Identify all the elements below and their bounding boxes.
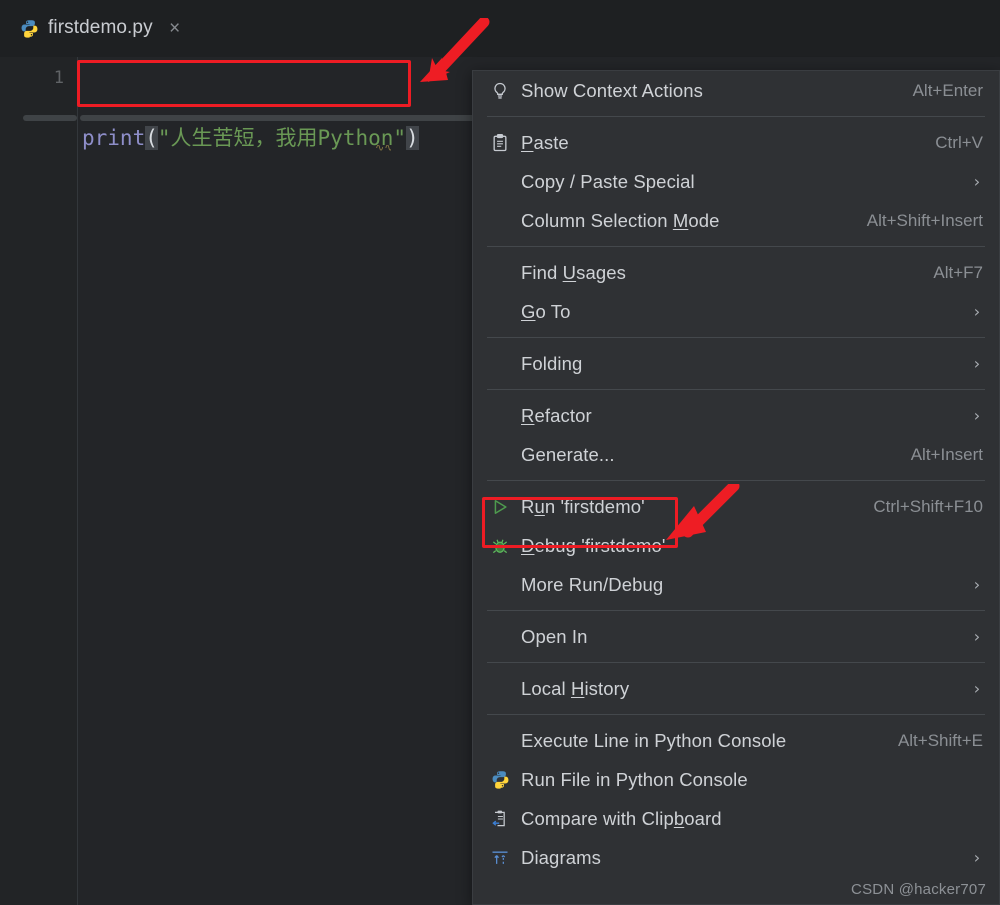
menu-item-shortcut: Alt+Insert <box>910 444 983 464</box>
chevron-right-icon: › <box>973 172 981 191</box>
inspection-squiggle: ∿∿ <box>375 145 391 151</box>
editor-tab-bar: firstdemo.py × <box>0 0 1000 57</box>
menu-item-label: Find Usages <box>521 261 626 283</box>
menu-item-paste[interactable]: Paste Ctrl+V <box>473 123 999 162</box>
menu-item-shortcut: Ctrl+V <box>935 132 983 152</box>
chevron-right-icon: › <box>973 679 981 698</box>
python-file-icon <box>20 19 39 38</box>
menu-item-execute-line-in-python-console[interactable]: Execute Line in Python Console Alt+Shift+… <box>473 721 999 760</box>
run-play-icon <box>489 496 511 518</box>
menu-item-shortcut: Alt+F7 <box>933 262 983 282</box>
menu-separator <box>487 246 985 247</box>
gutter-divider <box>77 57 78 905</box>
menu-item-label: Diagrams <box>521 846 601 868</box>
menu-separator <box>487 662 985 663</box>
menu-item-refactor[interactable]: Refactor › <box>473 396 999 435</box>
code-token-paren-open: ( <box>145 126 158 150</box>
menu-item-label: Paste <box>521 131 569 153</box>
chevron-right-icon: › <box>973 406 981 425</box>
menu-item-run-file-in-python-console[interactable]: Run File in Python Console <box>473 760 999 799</box>
menu-item-shortcut: Alt+Shift+E <box>897 730 983 750</box>
menu-item-label: Local History <box>521 677 630 699</box>
debug-bug-icon <box>489 535 511 557</box>
menu-item-label: Copy / Paste Special <box>521 170 695 192</box>
chevron-right-icon: › <box>973 354 981 373</box>
editor-tab-label: firstdemo.py <box>48 17 153 38</box>
menu-item-label: Compare with Clipboard <box>521 807 722 829</box>
menu-item-debug-firstdemo[interactable]: Debug 'firstdemo' <box>473 526 999 565</box>
csdn-watermark: CSDN @hacker707 <box>851 881 986 898</box>
menu-item-label: Show Context Actions <box>521 79 703 101</box>
chevron-right-icon: › <box>973 848 981 867</box>
close-icon[interactable]: × <box>166 19 184 38</box>
menu-separator <box>487 480 985 481</box>
menu-item-label: Generate... <box>521 443 615 465</box>
editor-gutter[interactable]: 1 <box>0 57 77 905</box>
menu-item-label: Refactor <box>521 404 592 426</box>
menu-item-label: Folding <box>521 352 583 374</box>
editor-context-menu[interactable]: Show Context Actions Alt+Enter Paste Ctrl+V… <box>472 70 1000 905</box>
menu-item-generate[interactable]: Generate... Alt+Insert <box>473 435 999 474</box>
menu-item-folding[interactable]: Folding › <box>473 344 999 383</box>
ide-window: firstdemo.py × 1 print("人生苦短，我用Python") … <box>0 0 1000 905</box>
chevron-right-icon: › <box>973 302 981 321</box>
code-token-quote-open: " <box>157 126 171 150</box>
horizontal-scrollbar-gutter[interactable] <box>23 115 77 121</box>
menu-item-label: Debug 'firstdemo' <box>521 534 666 556</box>
menu-item-shortcut: Alt+Enter <box>912 80 983 100</box>
line-number: 1 <box>53 68 64 88</box>
menu-item-open-in[interactable]: Open In › <box>473 617 999 656</box>
editor-tab-firstdemo[interactable]: firstdemo.py × <box>8 8 194 48</box>
menu-item-diagrams[interactable]: Diagrams › <box>473 838 999 877</box>
menu-item-label: Column Selection Mode <box>521 209 720 231</box>
code-token-quote-close: " <box>393 126 407 150</box>
menu-item-shortcut: Ctrl+Shift+F10 <box>873 496 983 516</box>
diagrams-icon <box>489 847 511 869</box>
menu-item-copy-paste-special[interactable]: Copy / Paste Special › <box>473 162 999 201</box>
menu-item-label: Open In <box>521 625 588 647</box>
menu-item-label: Go To <box>521 300 571 322</box>
menu-item-local-history[interactable]: Local History › <box>473 669 999 708</box>
code-line-1[interactable]: print("人生苦短，我用Python") <box>82 123 419 153</box>
menu-separator <box>487 610 985 611</box>
menu-item-show-context-actions[interactable]: Show Context Actions Alt+Enter <box>473 71 999 110</box>
code-token-function: print <box>82 126 146 150</box>
menu-separator <box>487 337 985 338</box>
menu-item-label: Run File in Python Console <box>521 768 748 790</box>
python-console-icon <box>489 769 511 791</box>
menu-item-compare-with-clipboard[interactable]: Compare with Clipboard <box>473 799 999 838</box>
menu-item-label: Run 'firstdemo' <box>521 495 645 517</box>
menu-separator <box>487 389 985 390</box>
compare-clipboard-icon <box>489 808 511 830</box>
menu-item-more-run-debug[interactable]: More Run/Debug › <box>473 565 999 604</box>
chevron-right-icon: › <box>973 575 981 594</box>
menu-separator <box>487 714 985 715</box>
menu-item-go-to[interactable]: Go To › <box>473 292 999 331</box>
clipboard-icon <box>489 132 511 154</box>
menu-item-label: More Run/Debug <box>521 573 664 595</box>
chevron-right-icon: › <box>973 627 981 646</box>
code-token-string: 人生苦短，我用Python <box>170 126 394 150</box>
menu-item-column-selection-mode[interactable]: Column Selection Mode Alt+Shift+Insert <box>473 201 999 240</box>
menu-item-find-usages[interactable]: Find Usages Alt+F7 <box>473 253 999 292</box>
menu-separator <box>487 116 985 117</box>
menu-item-run-firstdemo[interactable]: Run 'firstdemo' Ctrl+Shift+F10 <box>473 487 999 526</box>
lightbulb-icon <box>489 80 511 102</box>
code-token-paren-close: ) <box>406 126 419 150</box>
menu-item-label: Execute Line in Python Console <box>521 729 787 751</box>
menu-item-shortcut: Alt+Shift+Insert <box>866 210 983 230</box>
